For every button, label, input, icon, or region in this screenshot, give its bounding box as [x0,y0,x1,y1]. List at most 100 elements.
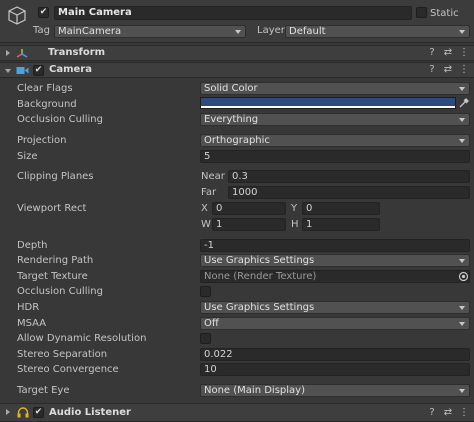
occlusion-culling-mask-value: Everything [204,114,259,125]
hdr-value: Use Graphics Settings [204,302,315,313]
depth-field[interactable]: -1 [200,239,470,252]
hdr-label: HDR [17,302,40,313]
occlusion-culling-mask-dropdown[interactable]: Everything [200,113,470,126]
transform-title: Transform [48,47,106,58]
background-label: Background [17,99,77,110]
static-label: Static [430,8,459,19]
gameobject-header: ✔ Main Camera Static Tag MainCamera Laye… [0,0,474,43]
foldout-closed-icon[interactable] [6,409,10,415]
background-alpha-bar [201,106,455,108]
context-menu-icon[interactable]: ⋮ [456,47,472,58]
viewport-h-label: H [291,219,299,230]
chevron-down-icon [459,87,465,91]
camera-enabled-checkbox[interactable]: ✔ [33,65,44,76]
target-eye-label: Target Eye [17,385,70,396]
msaa-label: MSAA [17,318,47,329]
camera-component-header[interactable]: ✔ Camera ? ⇄ ⋮ [0,62,474,78]
preset-icon[interactable]: ⇄ [440,47,456,58]
gameobject-name-field[interactable]: Main Camera [54,6,412,20]
viewport-y-field[interactable]: 0 [302,202,380,215]
headphones-icon [17,407,29,418]
near-label: Near [201,171,225,182]
stereo-separation-field[interactable]: 0.022 [200,348,470,361]
occlusion-culling-label: Occlusion Culling [17,286,103,297]
chevron-down-icon [459,306,465,310]
foldout-closed-icon[interactable] [6,50,10,56]
preset-icon[interactable]: ⇄ [440,64,456,75]
camera-header-icons: ? ⇄ ⋮ [424,64,472,75]
viewport-x-label: X [201,203,208,214]
audio-listener-enabled-checkbox[interactable]: ✔ [33,407,44,418]
layer-dropdown[interactable]: Default [285,25,470,38]
projection-value: Orthographic [204,135,270,146]
msaa-value: Off [204,318,219,329]
target-eye-value: None (Main Display) [204,385,305,396]
transform-component-header[interactable]: Transform ? ⇄ ⋮ [0,45,474,61]
stereo-convergence-label: Stereo Convergence [17,364,119,375]
viewport-x-field[interactable]: 0 [212,202,286,215]
audio-listener-header-icons: ? ⇄ ⋮ [424,407,472,418]
tag-dropdown[interactable]: MainCamera [54,25,246,38]
camera-title: Camera [49,64,92,75]
target-texture-label: Target Texture [17,271,88,282]
eyedropper-icon[interactable] [458,97,470,109]
transform-header-icons: ? ⇄ ⋮ [424,47,472,58]
target-texture-value: None (Render Texture) [204,271,317,282]
msaa-dropdown[interactable]: Off [200,317,470,330]
object-picker-icon[interactable] [458,271,469,282]
viewport-y-label: Y [291,203,298,214]
rendering-path-dropdown[interactable]: Use Graphics Settings [200,254,470,267]
depth-label: Depth [17,240,48,251]
stereo-separation-label: Stereo Separation [17,349,108,360]
foldout-open-icon[interactable] [5,69,11,73]
stereo-convergence-field[interactable]: 10 [200,363,470,376]
near-field[interactable]: 0.3 [228,170,470,183]
viewport-w-field[interactable]: 1 [212,218,286,231]
preset-icon[interactable]: ⇄ [440,407,456,418]
viewport-w-label: W [201,219,211,230]
audio-listener-title: Audio Listener [49,407,131,418]
layer-label: Layer [257,25,285,36]
audio-listener-component-header[interactable]: ✔ Audio Listener ? ⇄ ⋮ [0,403,474,422]
occlusion-culling-checkbox[interactable] [200,286,211,297]
tag-label: Tag [33,25,50,36]
chevron-down-icon [459,118,465,122]
static-checkbox[interactable] [416,7,427,18]
chevron-down-icon [459,139,465,143]
transform-icon [16,49,28,58]
tag-value: MainCamera [58,26,122,37]
context-menu-icon[interactable]: ⋮ [456,64,472,75]
viewport-rect-label: Viewport Rect [17,203,87,214]
far-label: Far [201,187,217,198]
allow-dynamic-resolution-label: Allow Dynamic Resolution [17,333,147,344]
context-menu-icon[interactable]: ⋮ [456,407,472,418]
layer-value: Default [289,26,326,37]
size-label: Size [17,151,38,162]
help-icon[interactable]: ? [424,47,440,58]
viewport-h-field[interactable]: 1 [302,218,380,231]
chevron-down-icon [459,389,465,393]
chevron-down-icon [235,30,241,34]
clipping-planes-label: Clipping Planes [17,171,94,182]
chevron-down-icon [459,30,465,34]
rendering-path-value: Use Graphics Settings [204,255,315,266]
clear-flags-value: Solid Color [204,83,258,94]
background-color-field[interactable] [200,97,456,109]
help-icon[interactable]: ? [424,407,440,418]
chevron-down-icon [459,259,465,263]
size-field[interactable]: 5 [200,150,470,163]
clear-flags-label: Clear Flags [17,83,73,94]
camera-icon [16,67,29,74]
gameobject-cube-icon [8,6,26,25]
chevron-down-icon [459,322,465,326]
gameobject-active-checkbox[interactable]: ✔ [38,7,49,18]
clear-flags-dropdown[interactable]: Solid Color [200,82,470,95]
hdr-dropdown[interactable]: Use Graphics Settings [200,301,470,314]
target-eye-dropdown[interactable]: None (Main Display) [200,384,470,397]
far-field[interactable]: 1000 [228,186,470,199]
target-texture-field[interactable]: None (Render Texture) [200,270,470,283]
rendering-path-label: Rendering Path [17,255,94,266]
allow-dynamic-resolution-checkbox[interactable] [200,333,211,344]
projection-dropdown[interactable]: Orthographic [200,134,470,147]
help-icon[interactable]: ? [424,64,440,75]
